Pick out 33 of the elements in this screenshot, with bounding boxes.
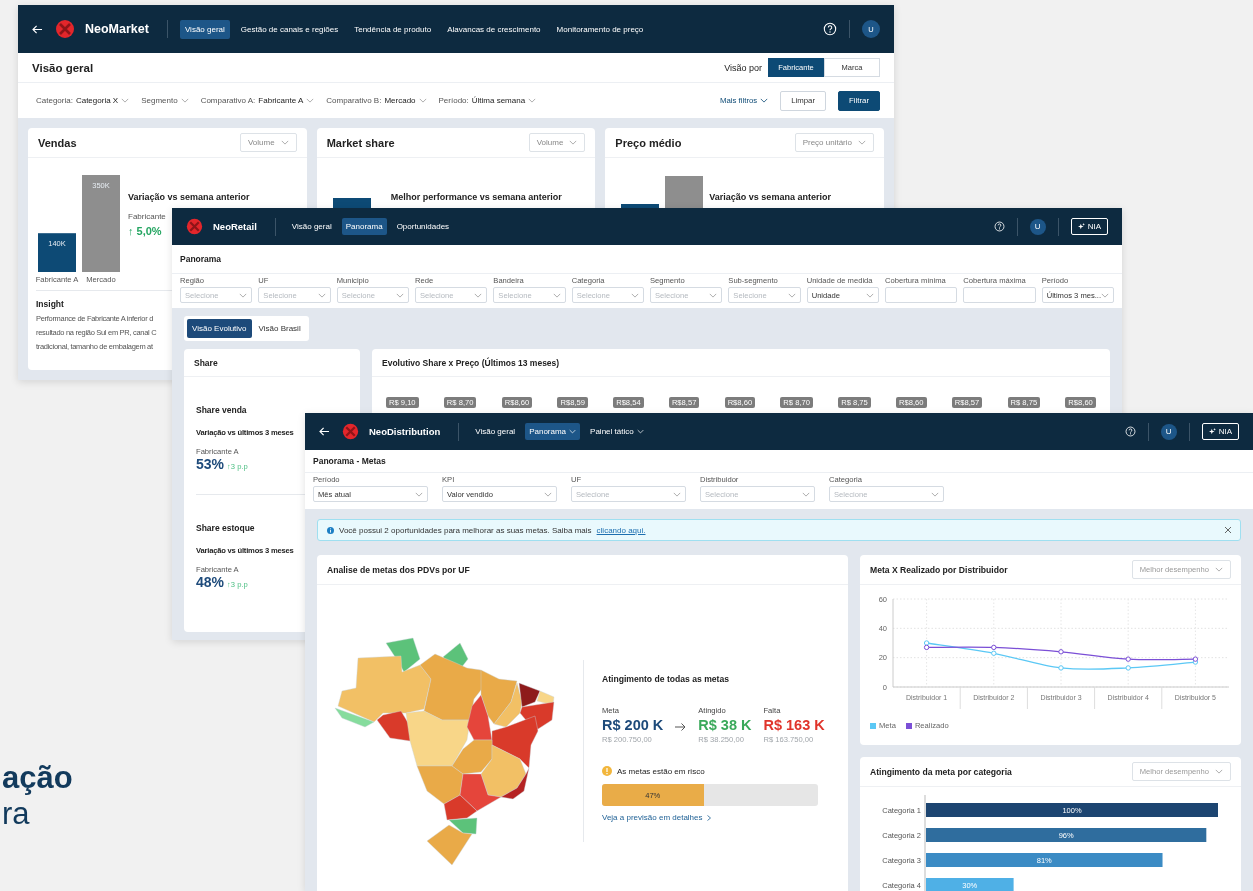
app-name: NeoDistribution (369, 426, 441, 437)
share-value: 48% (196, 574, 225, 590)
share-value: 53% (196, 456, 225, 472)
page-title: Visão geral (32, 61, 94, 74)
page-title: Panorama - Metas (313, 456, 386, 466)
comparison-heading: Melhor performance vs semana anterior (390, 192, 562, 202)
card-title: Preço médio (615, 136, 682, 149)
banner-text: Você possui 2 oportunidades para melhorar as suas metas. Saiba mais (339, 525, 592, 535)
card-title: Share (194, 357, 218, 368)
card-title: Atingimento da meta por categoria (870, 766, 1012, 777)
page-title: Panorama (180, 254, 222, 264)
insight-title: Insight (36, 299, 64, 309)
risk-message: As metas estão em risco (617, 766, 705, 776)
card-title: Meta X Realizado por Distribuidor (870, 564, 1008, 575)
card-title: Vendas (38, 136, 77, 149)
comparison-heading: Variação vs semana anterior (709, 192, 831, 202)
summary-title: Atingimento de todas as metas (602, 674, 731, 684)
headline-text: ação (2, 760, 73, 796)
card-title: Analise de metas dos PDVs por UF (327, 564, 470, 575)
headline-text: ra (2, 796, 31, 832)
kpi-value: R$ 38 K (698, 717, 752, 733)
series-label: Fabricante (128, 212, 166, 221)
kpi-value: R$ 200 K (602, 717, 664, 733)
section-title: Share venda (196, 405, 247, 415)
app-name: NeoRetail (213, 221, 257, 232)
kpi-value: R$ 163 K (763, 717, 825, 733)
view-by-label: Visão por (724, 62, 762, 73)
comparison-heading: Variação vs semana anterior (128, 192, 250, 202)
section-title: Share estoque (196, 523, 255, 533)
card-title: Evolutivo Share x Preço (Últimos 13 meses) (382, 357, 560, 368)
app-name: NeoMarket (85, 22, 149, 36)
change-value: ↑ 5,0% (128, 225, 162, 237)
card-title: Market share (326, 136, 395, 149)
